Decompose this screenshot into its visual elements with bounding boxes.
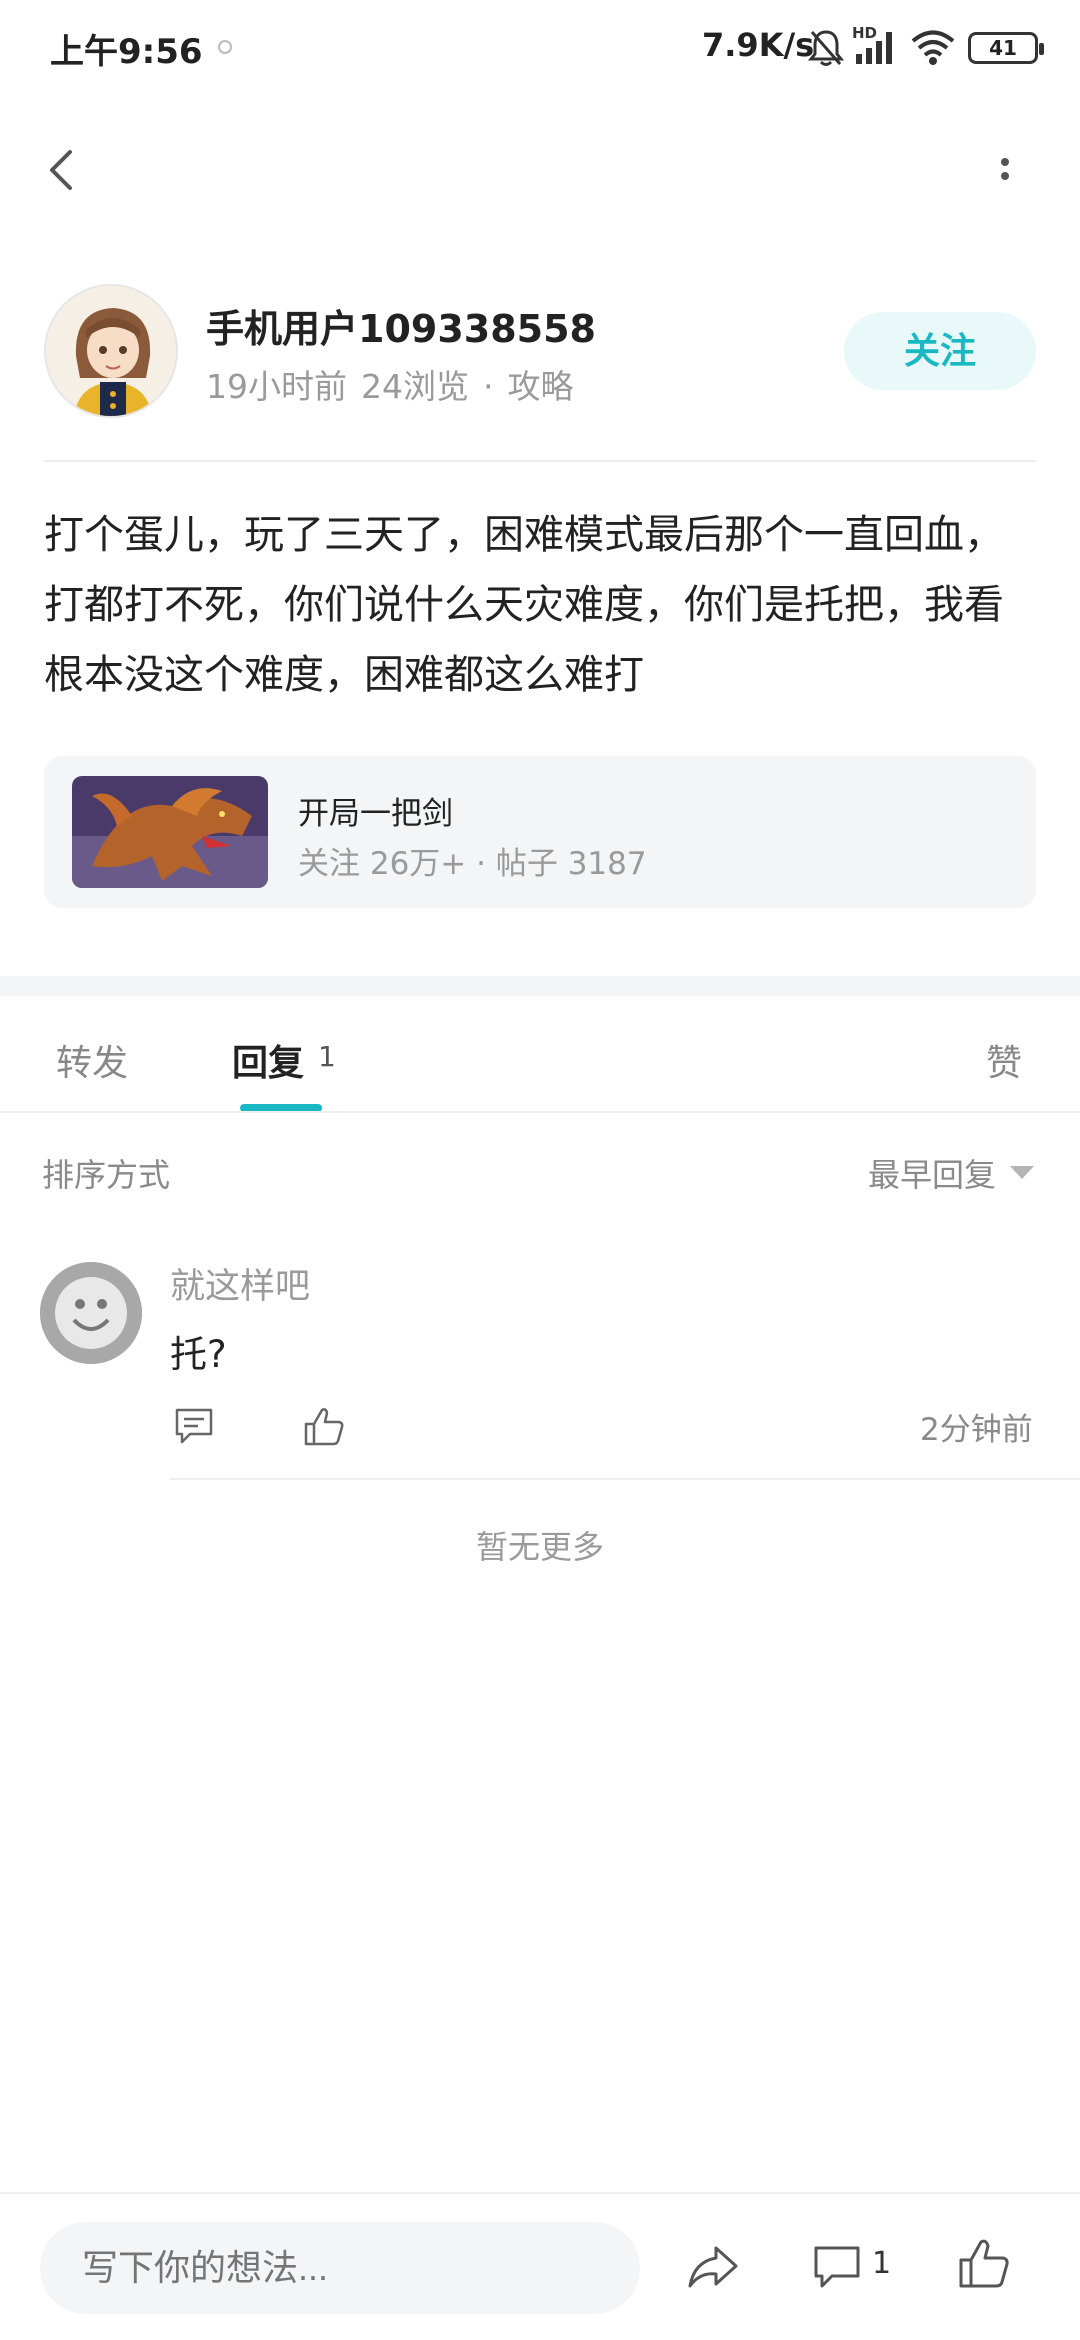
tab-reply-count: 1 (318, 1040, 336, 1073)
no-more-label: 暂无更多 (475, 1528, 604, 1566)
author-name[interactable]: 手机用户109338558 (206, 298, 596, 353)
post-category: 攻略 (507, 367, 574, 406)
wifi-icon (911, 30, 955, 65)
comment-time: 2分钟前 (920, 1412, 1033, 1448)
battery-icon: 41 (968, 32, 1044, 64)
dragon-image (72, 776, 268, 888)
comment-text: 托? (170, 1333, 227, 1376)
comment-avatar[interactable] (40, 1262, 142, 1364)
thumbs-up-icon[interactable] (956, 2236, 1012, 2292)
comment-input[interactable] (40, 2222, 640, 2314)
smiley-avatar-image (40, 1262, 142, 1364)
status-time: 上午9:56 (50, 32, 203, 72)
post-meta: 19小时前 24浏览 · 攻略 (206, 360, 588, 408)
more-vertical-icon[interactable] (985, 140, 1025, 200)
tab-reply[interactable]: 回复 (232, 1034, 304, 1086)
back-arrow-icon[interactable] (34, 140, 94, 200)
divider (170, 1478, 1080, 1480)
reply-icon[interactable] (172, 1404, 216, 1448)
post-views: 24浏览 (361, 367, 469, 406)
post-time: 19小时前 (206, 367, 347, 406)
thumbs-up-icon[interactable] (302, 1404, 346, 1448)
network-speed: 7.9K/s (702, 26, 815, 64)
share-icon[interactable] (686, 2240, 740, 2294)
sort-select[interactable]: 最早回复 (868, 1150, 996, 1196)
post-body: 打个蛋儿，玩了三天了，困难模式最后那个一直回血，打都打不死，你们说什么天灾难度，… (44, 512, 1004, 698)
signal-icon (856, 32, 892, 64)
forum-card[interactable]: 开局一把剑 关注 26万+ · 帖子 3187 (44, 756, 1036, 908)
divider (0, 1111, 1080, 1113)
forum-stats: 关注 26万+ · 帖子 3187 (298, 846, 647, 882)
comment-icon[interactable] (810, 2240, 864, 2294)
status-notification-icon (218, 40, 232, 54)
author-avatar[interactable] (44, 284, 178, 418)
comment-count: 1 (872, 2246, 892, 2281)
avatar-illustration (46, 286, 176, 416)
tab-forward[interactable]: 转发 (56, 1034, 128, 1086)
divider (44, 460, 1036, 462)
meta-separator: · (483, 367, 494, 406)
forum-name: 开局一把剑 (298, 796, 453, 832)
chevron-down-icon[interactable] (1010, 1166, 1034, 1179)
comment-username[interactable]: 就这样吧 (170, 1258, 310, 1309)
section-separator (0, 976, 1080, 996)
divider (0, 2192, 1080, 2194)
tab-like[interactable]: 赞 (986, 1034, 1022, 1086)
forum-cover-image (72, 776, 268, 888)
silent-bell-icon (808, 30, 844, 66)
sort-label: 排序方式 (42, 1156, 171, 1194)
follow-button[interactable]: 关注 (844, 312, 1036, 390)
